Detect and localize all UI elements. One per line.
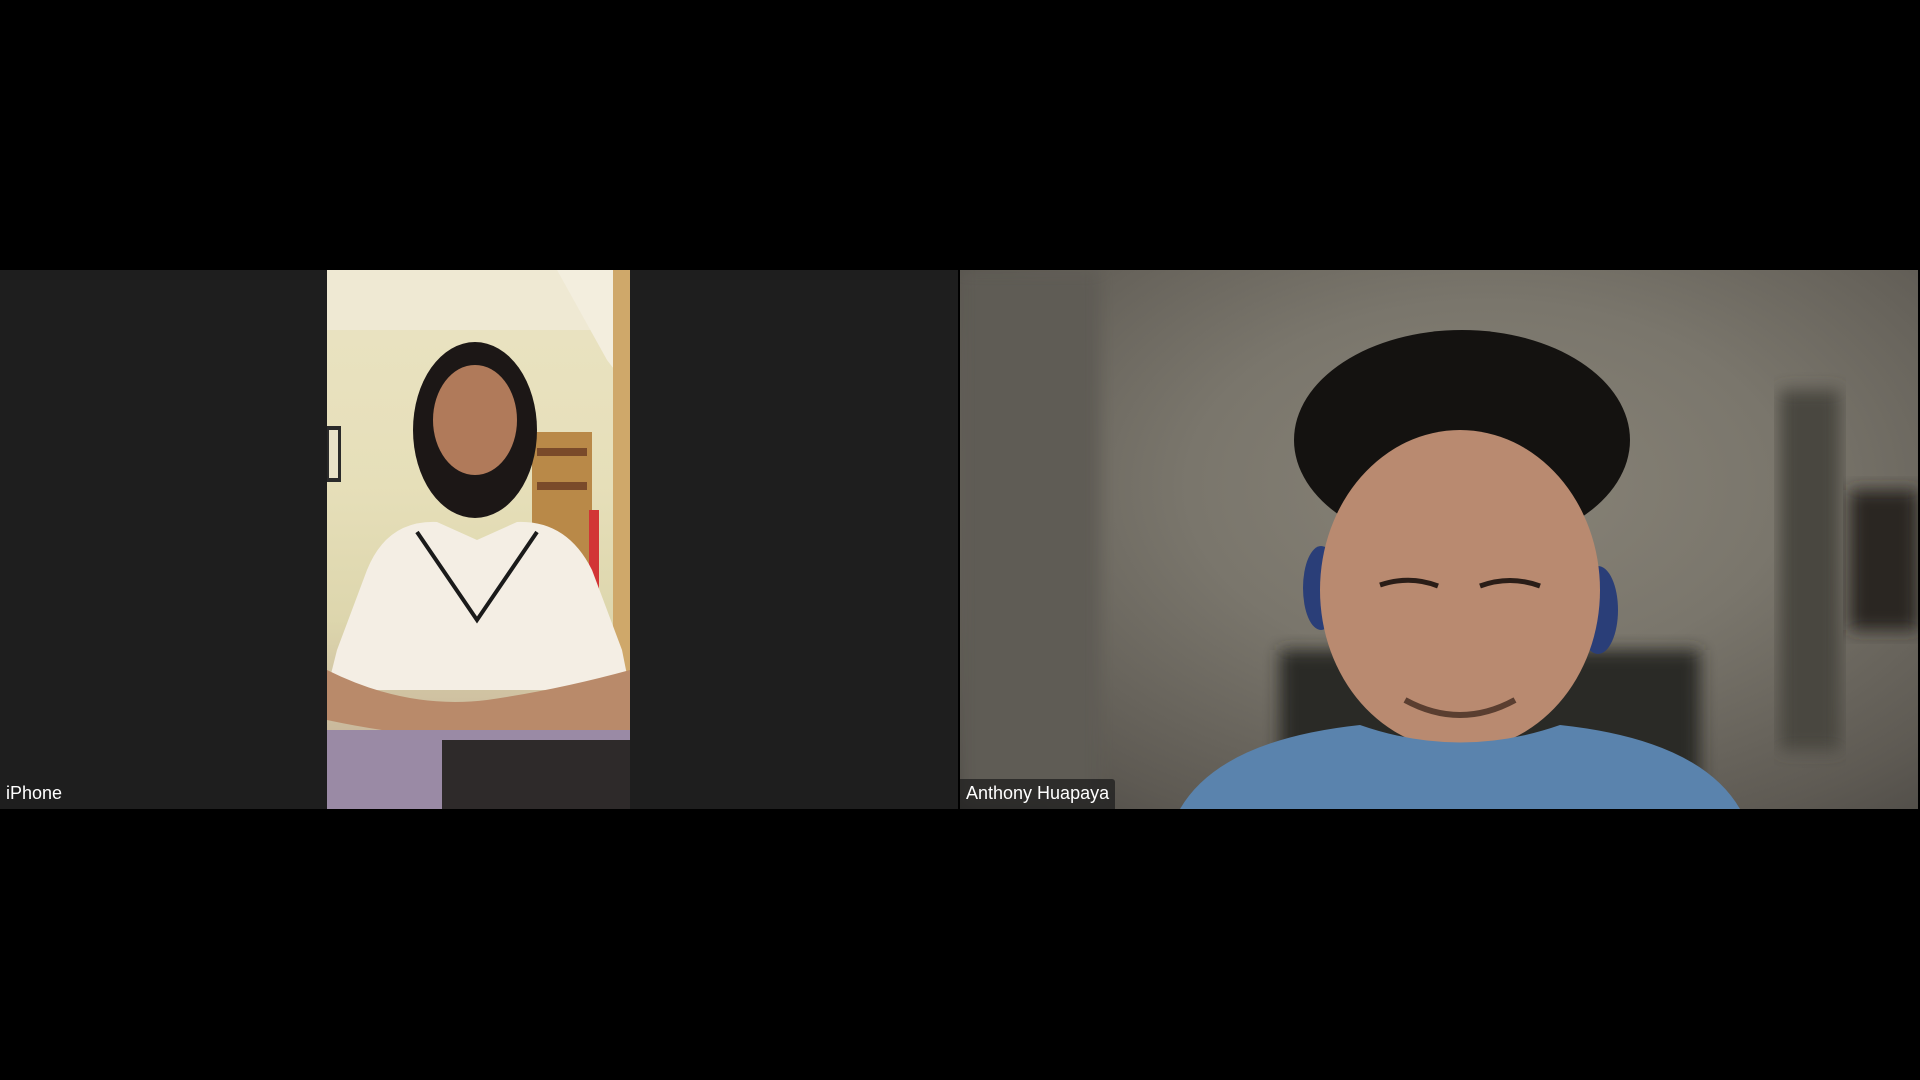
participant-video-feed bbox=[960, 270, 1918, 809]
participant-name-label: Anthony Huapaya bbox=[960, 779, 1116, 809]
participant-name-label: iPhone bbox=[6, 783, 63, 803]
video-call-gallery: iPhone Anthony Huapaya bbox=[0, 0, 1920, 1080]
participant-video-image bbox=[960, 270, 1918, 809]
participant-tile-anthony-huapaya[interactable]: Anthony Huapaya bbox=[960, 270, 1918, 809]
participant-video-image bbox=[327, 270, 630, 809]
participant-tile-iphone[interactable]: iPhone bbox=[0, 270, 958, 809]
participant-video-feed bbox=[327, 270, 630, 809]
